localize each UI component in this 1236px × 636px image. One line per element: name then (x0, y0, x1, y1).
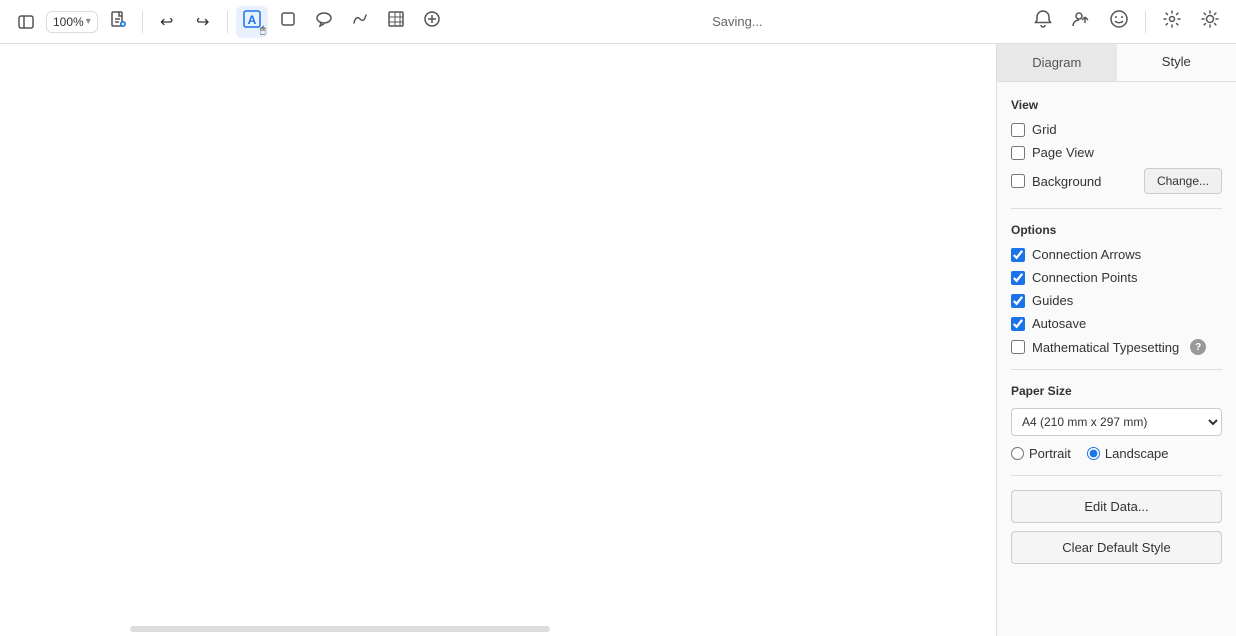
freehand-tool-btn[interactable] (344, 6, 376, 38)
connection-points-label[interactable]: Connection Points (1032, 270, 1138, 285)
table-tool-btn[interactable] (380, 6, 412, 38)
saving-status: Saving... (452, 14, 1023, 29)
landscape-label: Landscape (1105, 446, 1169, 461)
autosave-checkbox[interactable] (1011, 317, 1025, 331)
saving-text: Saving... (712, 14, 763, 29)
zoom-control[interactable]: 100% ▾ (46, 11, 98, 33)
share-person-icon (1071, 9, 1091, 34)
text-tool-icon: A (242, 9, 262, 34)
separator-right (1145, 11, 1146, 33)
guides-row: Guides (1011, 293, 1222, 308)
right-panel: Diagram Style View Grid Page View Ba (996, 44, 1236, 636)
paper-size-section-title: Paper Size (1011, 384, 1222, 398)
clear-default-style-btn[interactable]: Clear Default Style (1011, 531, 1222, 564)
change-background-btn[interactable]: Change... (1144, 168, 1222, 194)
connection-arrows-row: Connection Arrows (1011, 247, 1222, 262)
connection-points-row: Connection Points (1011, 270, 1222, 285)
toolbar-right-group (1027, 6, 1226, 38)
divider-3 (1011, 475, 1222, 476)
grid-checkbox[interactable] (1011, 123, 1025, 137)
new-page-btn[interactable] (102, 6, 134, 38)
horizontal-scrollbar[interactable] (130, 626, 550, 632)
connection-arrows-checkbox[interactable] (1011, 248, 1025, 262)
canvas-area[interactable] (0, 44, 996, 636)
landscape-radio-label[interactable]: Landscape (1087, 446, 1169, 461)
portrait-radio[interactable] (1011, 447, 1024, 460)
background-label[interactable]: Background (1032, 174, 1101, 189)
shape-tool-btn[interactable] (272, 6, 304, 38)
options-section-title: Options (1011, 223, 1222, 237)
math-typesetting-label[interactable]: Mathematical Typesetting (1032, 340, 1179, 355)
page-view-row: Page View (1011, 145, 1222, 160)
share-btn[interactable] (1065, 6, 1097, 38)
text-tool-btn[interactable]: A 🖱 (236, 6, 268, 38)
redo-icon: ↪ (196, 12, 209, 32)
grid-row: Grid (1011, 122, 1222, 137)
emoji-btn[interactable] (1103, 6, 1135, 38)
background-row: Background Change... (1011, 168, 1222, 194)
emoji-icon (1109, 9, 1129, 34)
portrait-radio-label[interactable]: Portrait (1011, 446, 1071, 461)
undo-icon: ↩ (160, 12, 173, 32)
math-typesetting-help-icon[interactable]: ? (1190, 339, 1206, 355)
autosave-row: Autosave (1011, 316, 1222, 331)
tab-style[interactable]: Style (1117, 44, 1236, 81)
panel-body: View Grid Page View Background Change...… (997, 82, 1236, 636)
sidebar-toggle-btn[interactable] (10, 6, 42, 38)
callout-tool-icon (315, 10, 333, 33)
callout-tool-btn[interactable] (308, 6, 340, 38)
settings-btn[interactable] (1156, 6, 1188, 38)
sidebar-toggle-icon (17, 13, 35, 31)
orientation-row: Portrait Landscape (1011, 446, 1222, 461)
portrait-label: Portrait (1029, 446, 1071, 461)
connection-points-checkbox[interactable] (1011, 271, 1025, 285)
bell-icon (1033, 9, 1053, 34)
guides-label[interactable]: Guides (1032, 293, 1073, 308)
undo-btn[interactable]: ↩ (151, 6, 183, 38)
toolbar: 100% ▾ ↩ ↪ A (0, 0, 1236, 44)
zoom-label: 100% (53, 15, 84, 29)
separator-2 (227, 11, 228, 33)
svg-text:A: A (247, 13, 256, 27)
landscape-radio[interactable] (1087, 447, 1100, 460)
background-checkbox[interactable] (1011, 174, 1025, 188)
zoom-chevron-icon: ▾ (86, 16, 91, 27)
tab-diagram[interactable]: Diagram (997, 44, 1117, 81)
sun-icon (1200, 9, 1220, 34)
view-section-title: View (1011, 98, 1222, 112)
new-page-icon (109, 10, 127, 33)
divider-1 (1011, 208, 1222, 209)
divider-2 (1011, 369, 1222, 370)
autosave-label[interactable]: Autosave (1032, 316, 1086, 331)
table-tool-icon (387, 10, 405, 33)
theme-btn[interactable] (1194, 6, 1226, 38)
paper-size-select[interactable]: A4 (210 mm x 297 mm) A3 (297 mm x 420 mm… (1011, 408, 1222, 436)
shape-tool-icon (279, 10, 297, 33)
connection-arrows-label[interactable]: Connection Arrows (1032, 247, 1141, 262)
tab-diagram-label: Diagram (1032, 55, 1081, 70)
math-typesetting-checkbox[interactable] (1011, 340, 1025, 354)
gear-icon (1162, 9, 1182, 34)
main-area: Diagram Style View Grid Page View Ba (0, 44, 1236, 636)
notifications-btn[interactable] (1027, 6, 1059, 38)
insert-tool-btn[interactable] (416, 6, 448, 38)
tab-style-label: Style (1162, 54, 1191, 69)
freehand-tool-icon (351, 10, 369, 33)
edit-data-btn[interactable]: Edit Data... (1011, 490, 1222, 523)
guides-checkbox[interactable] (1011, 294, 1025, 308)
page-view-checkbox[interactable] (1011, 146, 1025, 160)
grid-label[interactable]: Grid (1032, 122, 1057, 137)
insert-tool-icon (423, 10, 441, 33)
math-typesetting-row: Mathematical Typesetting ? (1011, 339, 1222, 355)
panel-tabs: Diagram Style (997, 44, 1236, 82)
separator-1 (142, 11, 143, 33)
page-view-label[interactable]: Page View (1032, 145, 1094, 160)
redo-btn[interactable]: ↪ (187, 6, 219, 38)
